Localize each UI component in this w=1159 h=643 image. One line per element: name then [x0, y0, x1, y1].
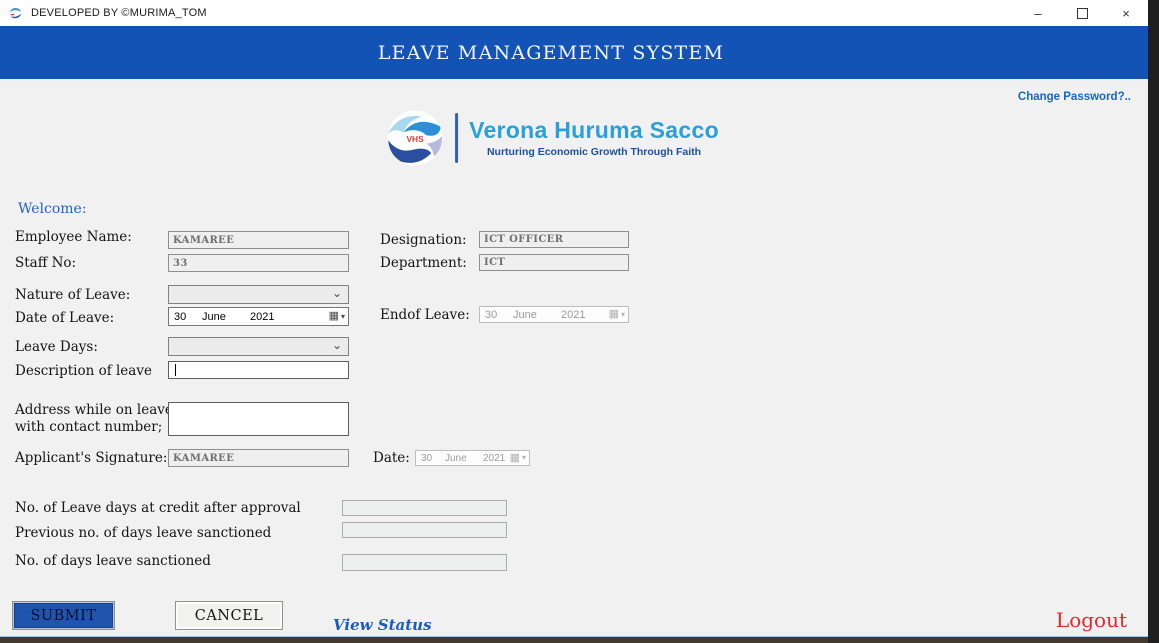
window-controls: – ×: [1016, 0, 1148, 26]
text-caret: [175, 364, 176, 376]
previous-sanctioned-label: Previous no. of days leave sanctioned: [15, 525, 271, 541]
end-of-leave-picker: 30 June 2021 ▦ ▾: [479, 306, 629, 323]
staff-no-label: Staff No:: [15, 255, 76, 271]
date-year: 2021: [556, 309, 585, 321]
date-picker: 30 June 2021 ▦ ▾: [415, 450, 530, 466]
date-month: June: [508, 309, 556, 321]
logo-divider: [455, 113, 458, 163]
date-of-leave-picker[interactable]: 30 June 2021 ▦ ▾: [168, 307, 349, 326]
nature-of-leave-select[interactable]: ⌄: [168, 285, 349, 304]
staff-no-field: 33: [168, 254, 349, 272]
sacco-logo: VHS Verona Huruma Sacco Nurturing Econom…: [387, 110, 719, 166]
credit-days-field: [342, 500, 507, 516]
date-of-leave-label: Date of Leave:: [15, 310, 114, 326]
description-label: Description of leave: [15, 363, 152, 379]
dropdown-arrow-icon: ▾: [341, 313, 345, 321]
app-icon: [8, 6, 23, 21]
welcome-text: Welcome:: [18, 201, 87, 217]
leave-days-select[interactable]: ⌄: [168, 337, 349, 356]
maximize-icon: [1077, 8, 1088, 19]
page-title: LEAVE MANAGEMENT SYSTEM: [378, 42, 724, 64]
header-banner: LEAVE MANAGEMENT SYSTEM: [0, 26, 1148, 79]
previous-sanctioned-field: [342, 522, 507, 538]
logout-link[interactable]: Logout: [1056, 608, 1127, 632]
date-label: Date:: [373, 450, 410, 466]
date-month: June: [440, 453, 478, 464]
window-titlebar: DEVELOPED BY ©MURIMA_TOM – ×: [0, 0, 1148, 26]
employee-name-field: KAMAREE: [168, 231, 349, 249]
datepicker-controls: ▦ ▾: [510, 453, 529, 464]
address-textarea[interactable]: [168, 402, 349, 436]
vhs-monogram: VHS: [406, 134, 424, 144]
titlebar-text: DEVELOPED BY ©MURIMA_TOM: [31, 7, 207, 19]
calendar-icon: ▦: [609, 309, 619, 320]
maximize-button[interactable]: [1060, 0, 1104, 26]
leave-days-label: Leave Days:: [15, 339, 98, 355]
desktop-edge-bottom: [0, 637, 1148, 643]
calendar-icon: ▦: [510, 453, 520, 464]
datepicker-controls: ▦ ▾: [609, 309, 628, 320]
desktop-edge-right: [1148, 0, 1159, 643]
date-day: 30: [416, 453, 440, 464]
date-day: 30: [169, 311, 197, 323]
signature-label: Applicant's Signature:: [15, 450, 167, 466]
vhs-emblem: VHS: [387, 110, 443, 166]
minimize-icon: –: [1034, 6, 1041, 21]
department-field: ICT: [479, 254, 629, 271]
cancel-button[interactable]: CANCEL: [175, 601, 283, 630]
dropdown-arrow-icon: ▾: [522, 454, 526, 462]
credit-days-label: No. of Leave days at credit after approv…: [15, 500, 301, 516]
app-window: DEVELOPED BY ©MURIMA_TOM – × LEAVE MANAG…: [0, 0, 1148, 637]
close-icon: ×: [1122, 6, 1130, 21]
submit-button[interactable]: SUBMIT: [12, 601, 115, 630]
designation-label: Designation:: [380, 232, 467, 248]
address-label-line2: with contact number;: [15, 419, 162, 435]
date-day: 30: [480, 309, 508, 321]
end-of-leave-label: Endof Leave:: [380, 307, 470, 323]
logo-text: Verona Huruma Sacco Nurturing Economic G…: [469, 118, 719, 157]
description-input[interactable]: [168, 361, 349, 379]
date-year: 2021: [478, 453, 505, 464]
date-month: June: [197, 311, 245, 323]
minimize-button[interactable]: –: [1016, 0, 1060, 26]
days-sanctioned-label: No. of days leave sanctioned: [15, 553, 211, 569]
change-password-link[interactable]: Change Password?..: [1018, 91, 1131, 103]
employee-name-label: Employee Name:: [15, 229, 132, 245]
designation-field: ICT OFFICER: [479, 231, 629, 248]
date-year: 2021: [245, 311, 274, 323]
calendar-icon: ▦: [329, 311, 339, 322]
address-label-line1: Address while on leave:: [15, 402, 177, 418]
datepicker-controls[interactable]: ▦ ▾: [329, 311, 348, 322]
dropdown-arrow-icon: ▾: [621, 311, 625, 319]
sacco-name: Verona Huruma Sacco: [469, 118, 719, 143]
nature-of-leave-label: Nature of Leave:: [15, 287, 130, 303]
close-button[interactable]: ×: [1104, 0, 1148, 26]
department-label: Department:: [380, 255, 467, 271]
signature-field: KAMAREE: [168, 449, 349, 467]
days-sanctioned-field: [342, 554, 507, 571]
sacco-tagline: Nurturing Economic Growth Through Faith: [487, 146, 701, 158]
view-status-link[interactable]: View Status: [333, 616, 432, 634]
